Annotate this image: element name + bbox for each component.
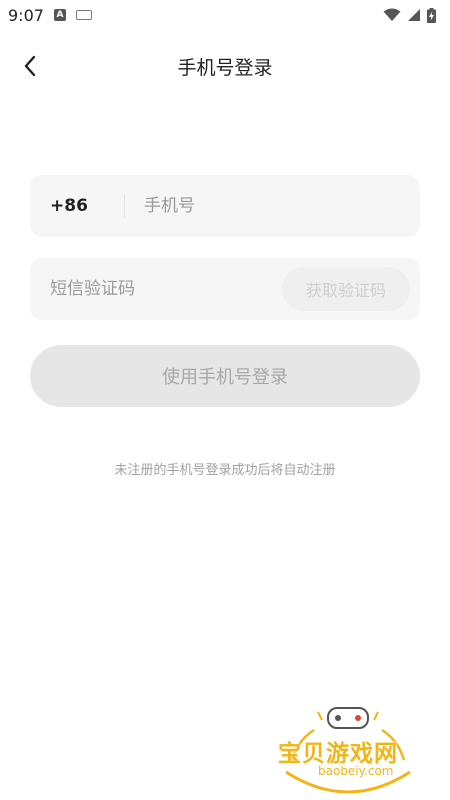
phone-input[interactable] [144, 175, 404, 237]
wifi-icon [383, 8, 401, 21]
status-time: 9:07 [8, 5, 44, 25]
login-screen: 9:07 A 手机号登录 +86 手机号 短信验证码 获取验证码 使用手机号登录… [0, 0, 450, 800]
get-code-button[interactable]: 获取验证码 [282, 267, 410, 311]
signal-icon [408, 9, 420, 21]
auto-register-notice: 未注册的手机号登录成功后将自动注册 [114, 463, 336, 478]
phone-login-button[interactable]: 使用手机号登录 [30, 345, 420, 407]
keyboard-icon [75, 10, 92, 20]
header: 手机号登录 [0, 40, 450, 92]
watermark-logo: 宝贝游戏网 baobeiy.com [268, 700, 428, 796]
battery-charging-icon [427, 7, 436, 23]
phone-field: +86 [30, 175, 420, 237]
country-code[interactable]: +86 [50, 175, 88, 237]
a-notification-icon: A [53, 9, 66, 21]
status-left: 9:07 A [8, 6, 92, 25]
sms-code-input[interactable] [50, 258, 290, 320]
watermark-url: baobeiy.com [318, 764, 394, 778]
divider [124, 194, 125, 218]
status-right [383, 7, 436, 23]
page-title: 手机号登录 [177, 57, 273, 79]
status-bar: 9:07 A [0, 0, 450, 30]
sms-code-field: 获取验证码 [30, 258, 420, 320]
watermark-title: 宝贝游戏网 [278, 741, 398, 767]
